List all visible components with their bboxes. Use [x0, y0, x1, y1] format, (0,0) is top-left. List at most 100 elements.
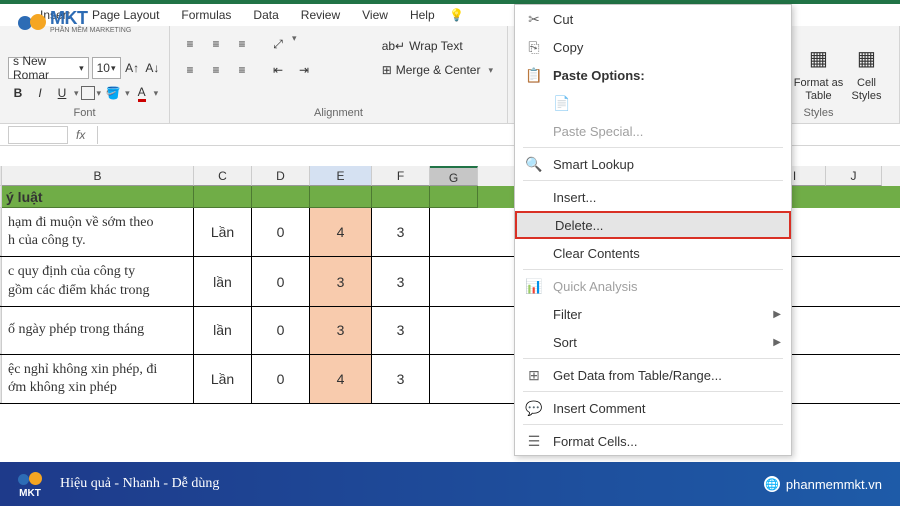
- cut-icon: ✂: [525, 10, 543, 28]
- ctx-filter[interactable]: Filter▶: [515, 300, 791, 328]
- ctx-insert-comment[interactable]: 💬Insert Comment: [515, 394, 791, 422]
- tab-formulas[interactable]: Formulas: [171, 5, 241, 25]
- font-color-icon[interactable]: A: [132, 83, 152, 103]
- font-name-combo[interactable]: s New Romar▾: [8, 57, 89, 79]
- decrease-font-icon[interactable]: A↓: [144, 58, 161, 78]
- tab-review[interactable]: Review: [291, 5, 350, 25]
- fill-color-icon[interactable]: 🪣: [103, 83, 123, 103]
- align-bottom-icon[interactable]: ≡: [230, 33, 254, 55]
- cell-f[interactable]: 3: [372, 355, 430, 403]
- increase-font-icon[interactable]: A↑: [124, 58, 141, 78]
- orientation-icon[interactable]: ⤢: [266, 33, 290, 55]
- header-title[interactable]: ý luật: [2, 186, 194, 208]
- name-box[interactable]: [8, 126, 68, 144]
- cell-styles-button[interactable]: ▦ Cell Styles: [845, 43, 889, 103]
- cell-e[interactable]: 4: [310, 355, 372, 403]
- logo-subtitle: PHẦN MỀM MARKETING: [50, 27, 131, 34]
- align-left-icon[interactable]: ≡: [178, 59, 202, 81]
- cell-styles-icon: ▦: [851, 43, 883, 75]
- font-size-combo[interactable]: 10▾: [92, 57, 121, 79]
- ribbon-font-group: s New Romar▾ 10▾ A↑ A↓ B I U ▾ ▾ 🪣 ▾ A ▾…: [0, 26, 170, 123]
- cell-f[interactable]: 3: [372, 307, 430, 354]
- ctx-separator: [523, 180, 783, 181]
- cell-unit[interactable]: Lần: [194, 208, 252, 256]
- ctx-sort[interactable]: Sort▶: [515, 328, 791, 356]
- col-header-g[interactable]: G: [430, 166, 478, 186]
- align-group-label: Alignment: [178, 103, 499, 121]
- ctx-clear-contents[interactable]: Clear Contents: [515, 239, 791, 267]
- cell-unit[interactable]: lần: [194, 257, 252, 305]
- align-right-icon[interactable]: ≡: [230, 59, 254, 81]
- clipboard-icon: 📋: [525, 66, 543, 84]
- cell-unit[interactable]: Lần: [194, 355, 252, 403]
- ctx-paste-special: Paste Special...: [515, 117, 791, 145]
- logo-icon: [18, 10, 46, 32]
- ctx-get-data[interactable]: ⊞Get Data from Table/Range...: [515, 361, 791, 389]
- ctx-smart-lookup[interactable]: 🔍Smart Lookup: [515, 150, 791, 178]
- col-header-d[interactable]: D: [252, 166, 310, 186]
- align-center-icon[interactable]: ≡: [204, 59, 228, 81]
- globe-icon: 🌐: [764, 476, 780, 492]
- cell-d[interactable]: 0: [252, 307, 310, 354]
- format-as-table-button[interactable]: ▦ Format as Table: [797, 43, 841, 103]
- cell-d[interactable]: 0: [252, 208, 310, 256]
- col-header-f[interactable]: F: [372, 166, 430, 186]
- merge-icon: ⊞: [382, 63, 392, 77]
- col-header-j[interactable]: J: [826, 166, 882, 186]
- cell-g[interactable]: [430, 355, 478, 403]
- col-header-c[interactable]: C: [194, 166, 252, 186]
- border-icon[interactable]: [81, 86, 95, 100]
- cell-f[interactable]: 3: [372, 257, 430, 305]
- italic-button[interactable]: I: [30, 83, 50, 103]
- cell-e[interactable]: 4: [310, 208, 372, 256]
- wrap-text-button[interactable]: ab↵Wrap Text: [376, 37, 499, 55]
- chevron-right-icon: ▶: [773, 337, 781, 348]
- ctx-separator: [523, 358, 783, 359]
- cell-text[interactable]: hạm đi muộn về sớm theo h của công ty.: [2, 208, 194, 256]
- ctx-separator: [523, 269, 783, 270]
- chevron-right-icon: ▶: [773, 309, 781, 320]
- cell-unit[interactable]: lần: [194, 307, 252, 354]
- footer-tagline: Hiệu quả - Nhanh - Dễ dùng: [60, 476, 219, 492]
- cell-text[interactable]: ố ngày phép trong tháng: [2, 307, 194, 354]
- increase-indent-icon[interactable]: ⇥: [292, 59, 316, 81]
- paste-icon: 📄: [553, 94, 571, 112]
- footer-logo-icon: [18, 470, 42, 488]
- copy-icon: ⎘: [525, 38, 543, 56]
- table-icon: ⊞: [525, 366, 543, 384]
- cell-g[interactable]: [430, 307, 478, 354]
- cell-e[interactable]: 3: [310, 307, 372, 354]
- footer-url[interactable]: 🌐 phanmemmkt.vn: [764, 476, 882, 492]
- ctx-insert[interactable]: Insert...: [515, 183, 791, 211]
- cell-g[interactable]: [430, 257, 478, 305]
- cell-f[interactable]: 3: [372, 208, 430, 256]
- merge-center-button[interactable]: ⊞Merge & Center▾: [376, 61, 499, 79]
- tell-me-icon[interactable]: 💡: [447, 5, 467, 25]
- cell-e[interactable]: 3: [310, 257, 372, 305]
- align-top-icon[interactable]: ≡: [178, 33, 202, 55]
- ctx-format-cells[interactable]: ☰Format Cells...: [515, 427, 791, 455]
- cell-g[interactable]: [430, 208, 478, 256]
- footer-logo: MKT: [18, 470, 42, 499]
- tab-view[interactable]: View: [352, 5, 398, 25]
- align-middle-icon[interactable]: ≡: [204, 33, 228, 55]
- underline-button[interactable]: U: [52, 83, 72, 103]
- decrease-indent-icon[interactable]: ⇤: [266, 59, 290, 81]
- tab-help[interactable]: Help: [400, 5, 445, 25]
- ctx-copy[interactable]: ⎘Copy: [515, 33, 791, 61]
- cell-text[interactable]: c quy định của công ty gồm các điểm khác…: [2, 257, 194, 305]
- fx-label[interactable]: fx: [76, 128, 85, 142]
- cell-d[interactable]: 0: [252, 355, 310, 403]
- col-header-b[interactable]: B: [2, 166, 194, 186]
- ctx-paste-default[interactable]: 📄: [515, 89, 791, 117]
- ctx-delete[interactable]: Delete...: [515, 211, 791, 239]
- logo-brand: MKT: [50, 8, 131, 29]
- tab-data[interactable]: Data: [243, 5, 288, 25]
- cell-text[interactable]: ệc nghỉ không xin phép, đi ớm không xin …: [2, 355, 194, 403]
- ctx-cut[interactable]: ✂Cut: [515, 5, 791, 33]
- bold-button[interactable]: B: [8, 83, 28, 103]
- search-icon: 🔍: [525, 155, 543, 173]
- col-header-e[interactable]: E: [310, 166, 372, 186]
- cell-d[interactable]: 0: [252, 257, 310, 305]
- font-group-label: Font: [8, 103, 161, 121]
